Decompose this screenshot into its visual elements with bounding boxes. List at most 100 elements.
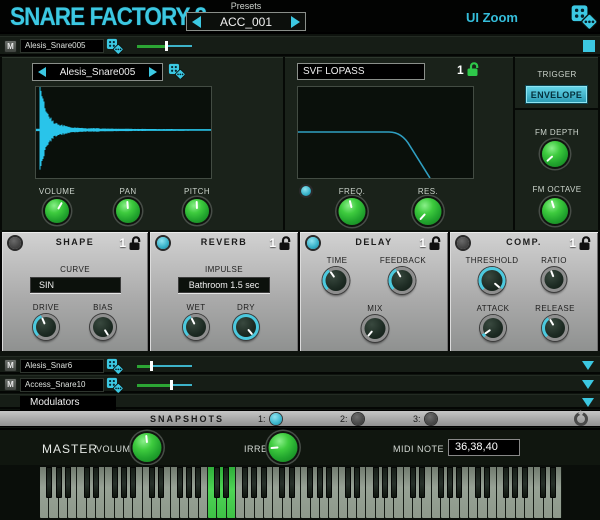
piano-black-key[interactable] bbox=[410, 467, 416, 498]
piano-black-key[interactable] bbox=[56, 467, 62, 498]
piano-black-key[interactable] bbox=[447, 467, 453, 498]
snapshot-1-button[interactable] bbox=[270, 413, 282, 425]
randomize-dice-icon[interactable] bbox=[106, 358, 123, 374]
sample-name-field[interactable]: Alesis_Snar6 bbox=[20, 359, 104, 373]
expand-modulators-icon[interactable] bbox=[582, 398, 594, 407]
release-knob[interactable] bbox=[542, 315, 568, 341]
res-knob[interactable] bbox=[415, 198, 442, 225]
ui-zoom-button[interactable]: UI Zoom bbox=[466, 10, 518, 25]
piano-black-key[interactable] bbox=[317, 467, 323, 498]
randomize-dice-icon[interactable] bbox=[168, 63, 185, 79]
piano-black-key[interactable] bbox=[279, 467, 285, 498]
sample-prev-icon[interactable] bbox=[38, 67, 46, 77]
preset-value[interactable]: ACC_001 bbox=[201, 15, 291, 29]
lock-icon[interactable] bbox=[579, 236, 592, 250]
piano-black-key[interactable] bbox=[307, 467, 313, 498]
piano-black-key[interactable] bbox=[251, 467, 257, 498]
preset-prev-icon[interactable] bbox=[192, 16, 201, 28]
piano-black-key[interactable] bbox=[456, 467, 462, 498]
piano-black-key[interactable] bbox=[438, 467, 444, 498]
modulators-field[interactable]: Modulators bbox=[20, 396, 116, 410]
snapshot-2-button[interactable] bbox=[352, 413, 364, 425]
preset-next-icon[interactable] bbox=[291, 16, 300, 28]
randomize-dice-icon[interactable] bbox=[106, 38, 123, 54]
mute-button[interactable]: M bbox=[4, 378, 17, 391]
piano-black-key[interactable] bbox=[550, 467, 556, 498]
piano-black-key[interactable] bbox=[46, 467, 52, 498]
piano-black-key[interactable] bbox=[223, 467, 229, 498]
piano-black-key[interactable] bbox=[130, 467, 136, 498]
master-volume-knob[interactable] bbox=[133, 433, 162, 462]
level-slider[interactable] bbox=[137, 380, 192, 390]
randomize-dice-icon[interactable] bbox=[570, 4, 597, 29]
slider-handle[interactable] bbox=[165, 41, 168, 51]
piano-black-key[interactable] bbox=[475, 467, 481, 498]
select-square-button[interactable] bbox=[583, 40, 595, 52]
level-slider[interactable] bbox=[137, 41, 192, 51]
snapshot-refresh-icon[interactable] bbox=[574, 412, 588, 426]
time-knob[interactable] bbox=[323, 267, 350, 294]
piano-black-key[interactable] bbox=[345, 467, 351, 498]
piano-black-key[interactable] bbox=[177, 467, 183, 498]
piano-black-key[interactable] bbox=[419, 467, 425, 498]
piano-black-key[interactable] bbox=[112, 467, 118, 498]
mute-button[interactable]: M bbox=[4, 359, 17, 372]
lock-icon[interactable] bbox=[279, 236, 292, 250]
piano-black-key[interactable] bbox=[382, 467, 388, 498]
unlock-icon[interactable] bbox=[467, 62, 480, 76]
randomize-dice-icon[interactable] bbox=[106, 377, 123, 393]
drive-knob[interactable] bbox=[33, 314, 59, 340]
sample-name-field[interactable]: Access_Snare10 bbox=[20, 378, 104, 392]
piano-black-key[interactable] bbox=[326, 467, 332, 498]
piano-black-key[interactable] bbox=[121, 467, 127, 498]
mute-button[interactable]: M bbox=[4, 40, 17, 53]
lock-icon[interactable] bbox=[429, 236, 442, 250]
fm-depth-knob[interactable] bbox=[542, 141, 568, 167]
midi-note-field[interactable]: 36,38,40 bbox=[448, 439, 520, 456]
piano-black-key[interactable] bbox=[149, 467, 155, 498]
wet-knob[interactable] bbox=[183, 314, 209, 340]
lock-icon[interactable] bbox=[129, 236, 142, 250]
level-slider[interactable] bbox=[137, 361, 192, 371]
sample-dropdown-value[interactable]: Alesis_Snare005 bbox=[46, 67, 149, 78]
attack-knob[interactable] bbox=[480, 315, 506, 341]
slider-handle[interactable] bbox=[170, 380, 173, 390]
piano-black-key[interactable] bbox=[214, 467, 220, 498]
feedback-knob[interactable] bbox=[389, 267, 416, 294]
expand-row-icon[interactable] bbox=[582, 361, 594, 370]
threshold-knob[interactable] bbox=[479, 267, 506, 294]
pan-knob[interactable] bbox=[116, 199, 140, 223]
filter-type-dropdown[interactable]: SVF LOPASS bbox=[297, 63, 425, 80]
snapshot-3-button[interactable] bbox=[425, 413, 437, 425]
expand-row-icon[interactable] bbox=[582, 380, 594, 389]
piano-black-key[interactable] bbox=[242, 467, 248, 498]
filter-enable-led[interactable] bbox=[301, 186, 311, 196]
piano-black-key[interactable] bbox=[522, 467, 528, 498]
piano-black-key[interactable] bbox=[354, 467, 360, 498]
slider-handle[interactable] bbox=[150, 361, 153, 371]
piano-black-key[interactable] bbox=[503, 467, 509, 498]
piano-black-key[interactable] bbox=[84, 467, 90, 498]
keyboard[interactable] bbox=[40, 467, 562, 518]
envelope-mode-button[interactable]: ENVELOPE bbox=[526, 86, 587, 103]
piano-black-key[interactable] bbox=[186, 467, 192, 498]
snapshot-3[interactable]: 3: bbox=[413, 413, 437, 425]
snapshot-1[interactable]: 1: bbox=[258, 413, 282, 425]
irre-knob[interactable] bbox=[269, 433, 298, 462]
piano-black-key[interactable] bbox=[195, 467, 201, 498]
piano-black-key[interactable] bbox=[158, 467, 164, 498]
piano-black-key[interactable] bbox=[391, 467, 397, 498]
freq-knob[interactable] bbox=[339, 198, 366, 225]
sample-next-icon[interactable] bbox=[149, 67, 157, 77]
piano-black-key[interactable] bbox=[484, 467, 490, 498]
piano-black-key[interactable] bbox=[65, 467, 71, 498]
mix-knob[interactable] bbox=[362, 315, 389, 342]
piano-black-key[interactable] bbox=[93, 467, 99, 498]
sample-dropdown[interactable]: Alesis_Snare005 bbox=[32, 63, 163, 81]
piano-black-key[interactable] bbox=[540, 467, 546, 498]
piano-black-key[interactable] bbox=[289, 467, 295, 498]
piano-black-key[interactable] bbox=[373, 467, 379, 498]
snapshot-2[interactable]: 2: bbox=[340, 413, 364, 425]
bias-knob[interactable] bbox=[90, 314, 116, 340]
pitch-knob[interactable] bbox=[185, 199, 209, 223]
